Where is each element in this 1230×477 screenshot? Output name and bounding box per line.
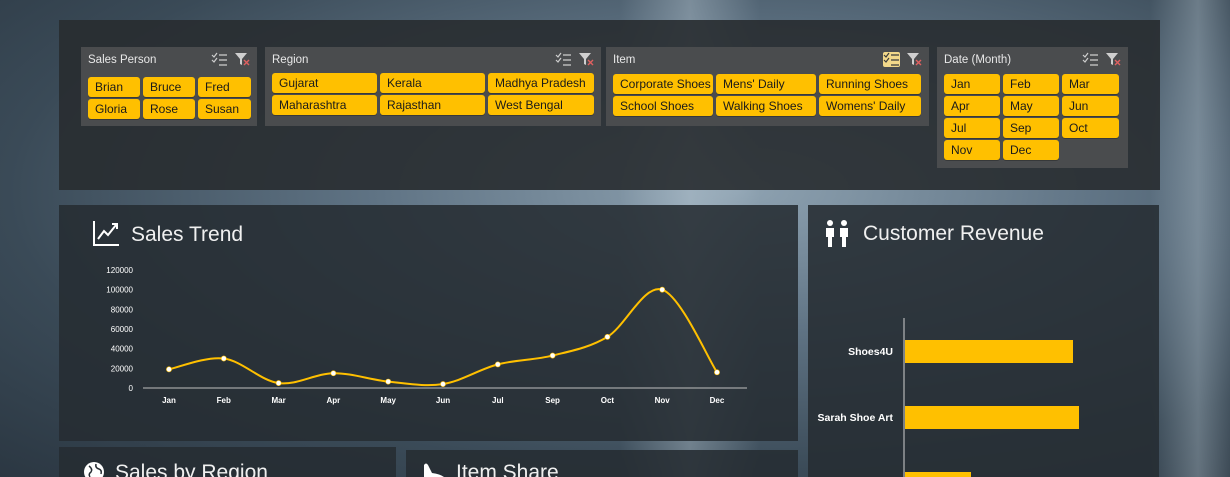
revenue-bar xyxy=(905,406,1079,429)
slicer-item-may[interactable]: May xyxy=(1003,96,1059,116)
slicer-item-kerala[interactable]: Kerala xyxy=(380,73,485,93)
slicer-title: Region xyxy=(272,54,309,66)
globe-icon xyxy=(84,462,104,477)
data-point xyxy=(275,380,282,386)
slicer-item-sep[interactable]: Sep xyxy=(1003,118,1059,138)
slicer-item-west-bengal[interactable]: West Bengal xyxy=(488,95,594,115)
revenue-bar xyxy=(905,340,1073,363)
x-tick-label: Mar xyxy=(271,396,285,405)
item-share-panel: Item Share xyxy=(406,450,798,477)
sales-trend-line xyxy=(168,288,718,387)
slicer-sales-person: Sales Person Brian Bruce Fred Gloria Ros… xyxy=(81,47,257,126)
y-tick-label: 40000 xyxy=(111,345,134,354)
multi-select-icon[interactable] xyxy=(883,52,900,67)
y-tick-label: 60000 xyxy=(111,325,134,334)
slicer-item-school-shoes[interactable]: School Shoes xyxy=(613,96,713,116)
background-streak xyxy=(1150,0,1230,477)
data-point xyxy=(494,361,501,368)
slicer-date-month: Date (Month) Jan Feb Mar Apr May Jun Jul… xyxy=(937,47,1128,168)
sales-by-region-panel: Sales by Region xyxy=(59,447,396,477)
slicer-item-rose[interactable]: Rose xyxy=(143,99,195,119)
y-tick-label: 80000 xyxy=(111,305,134,314)
slicer-item-gujarat[interactable]: Gujarat xyxy=(272,73,377,93)
slicer-item-dec[interactable]: Dec xyxy=(1003,140,1059,160)
slicer-title: Sales Person xyxy=(88,54,157,66)
sales-by-region-title: Sales by Region xyxy=(115,461,268,477)
slicer-item-bruce[interactable]: Bruce xyxy=(143,77,195,97)
slicer-item-feb[interactable]: Feb xyxy=(1003,74,1059,94)
data-point xyxy=(549,352,556,359)
slicer-item-womens-daily[interactable]: Womens' Daily xyxy=(819,96,921,116)
slicer-item-fred[interactable]: Fred xyxy=(198,77,251,97)
slicer-region: Region Gujarat Kerala Madhya Pradesh Mah… xyxy=(265,47,601,126)
x-tick-label: May xyxy=(380,396,396,405)
clear-filter-icon[interactable] xyxy=(1105,52,1122,67)
slicer-item-rajasthan[interactable]: Rajasthan xyxy=(380,95,485,115)
data-point xyxy=(385,378,392,385)
multi-select-icon[interactable] xyxy=(211,52,228,67)
slicer-item-running-shoes[interactable]: Running Shoes xyxy=(819,74,921,94)
x-tick-label: Dec xyxy=(710,396,725,405)
data-point xyxy=(604,333,611,340)
slicer-item-susan[interactable]: Susan xyxy=(198,99,251,119)
slicer-item-brian[interactable]: Brian xyxy=(88,77,140,97)
slicer-item-gloria[interactable]: Gloria xyxy=(88,99,140,119)
clear-filter-icon[interactable] xyxy=(234,52,251,67)
x-tick-label: Jun xyxy=(436,396,450,405)
slicer-item-madhya-pradesh[interactable]: Madhya Pradesh xyxy=(488,73,594,93)
multi-select-icon[interactable] xyxy=(1082,52,1099,67)
clear-filter-icon[interactable] xyxy=(578,52,595,67)
customer-revenue-panel: Customer Revenue Shoes4U Sarah Shoe Art xyxy=(808,205,1159,477)
revenue-bar xyxy=(905,472,971,477)
sales-trend-chart: 0 20000 40000 60000 80000 100000 120000 Jan Feb M… xyxy=(106,266,747,405)
x-tick-label: Nov xyxy=(655,396,671,405)
slicer-title: Date (Month) xyxy=(944,54,1012,66)
y-tick-label: 120000 xyxy=(106,266,133,275)
slicer-title: Item xyxy=(613,54,636,66)
x-tick-label: Oct xyxy=(601,396,615,405)
x-tick-label: Jan xyxy=(162,396,176,405)
shoe-icon xyxy=(424,463,444,477)
filter-panel: Sales Person Brian Bruce Fred Gloria Ros… xyxy=(59,20,1160,190)
slicer-item-jul[interactable]: Jul xyxy=(944,118,1000,138)
y-tick-label: 100000 xyxy=(106,286,133,295)
slicer-item-walking-shoes[interactable]: Walking Shoes xyxy=(716,96,816,116)
data-point xyxy=(440,381,446,387)
sales-trend-panel: Sales Trend 0 20000 40000 60000 80000 100000 1… xyxy=(59,205,798,441)
multi-select-icon[interactable] xyxy=(555,52,572,67)
customer-revenue-chart: Shoes4U Sarah Shoe Art xyxy=(818,318,1079,477)
data-point xyxy=(330,370,337,377)
x-tick-label: Sep xyxy=(545,396,560,405)
category-label: Shoes4U xyxy=(848,346,893,358)
data-point xyxy=(220,355,227,362)
clear-filter-icon[interactable] xyxy=(906,52,923,67)
slicer-item: Item Corporate Shoes Mens' Daily Running… xyxy=(606,47,929,126)
y-tick-label: 0 xyxy=(129,384,134,393)
data-point xyxy=(659,286,666,293)
slicer-item-corporate-shoes[interactable]: Corporate Shoes xyxy=(613,74,713,94)
slicer-item-oct[interactable]: Oct xyxy=(1062,118,1119,138)
slicer-item-mar[interactable]: Mar xyxy=(1062,74,1119,94)
category-label: Sarah Shoe Art xyxy=(818,412,894,424)
slicer-item-maharashtra[interactable]: Maharashtra xyxy=(272,95,377,115)
x-tick-label: Apr xyxy=(327,396,341,405)
data-point xyxy=(714,369,720,376)
slicer-item-mens-daily[interactable]: Mens' Daily xyxy=(716,74,816,94)
data-point xyxy=(166,366,172,373)
item-share-title: Item Share xyxy=(456,461,559,477)
slicer-item-jan[interactable]: Jan xyxy=(944,74,1000,94)
slicer-item-apr[interactable]: Apr xyxy=(944,96,1000,116)
y-tick-label: 20000 xyxy=(111,364,134,373)
x-tick-label: Jul xyxy=(492,396,504,405)
x-tick-label: Feb xyxy=(217,396,231,405)
slicer-item-nov[interactable]: Nov xyxy=(944,140,1000,160)
slicer-item-jun[interactable]: Jun xyxy=(1062,96,1119,116)
